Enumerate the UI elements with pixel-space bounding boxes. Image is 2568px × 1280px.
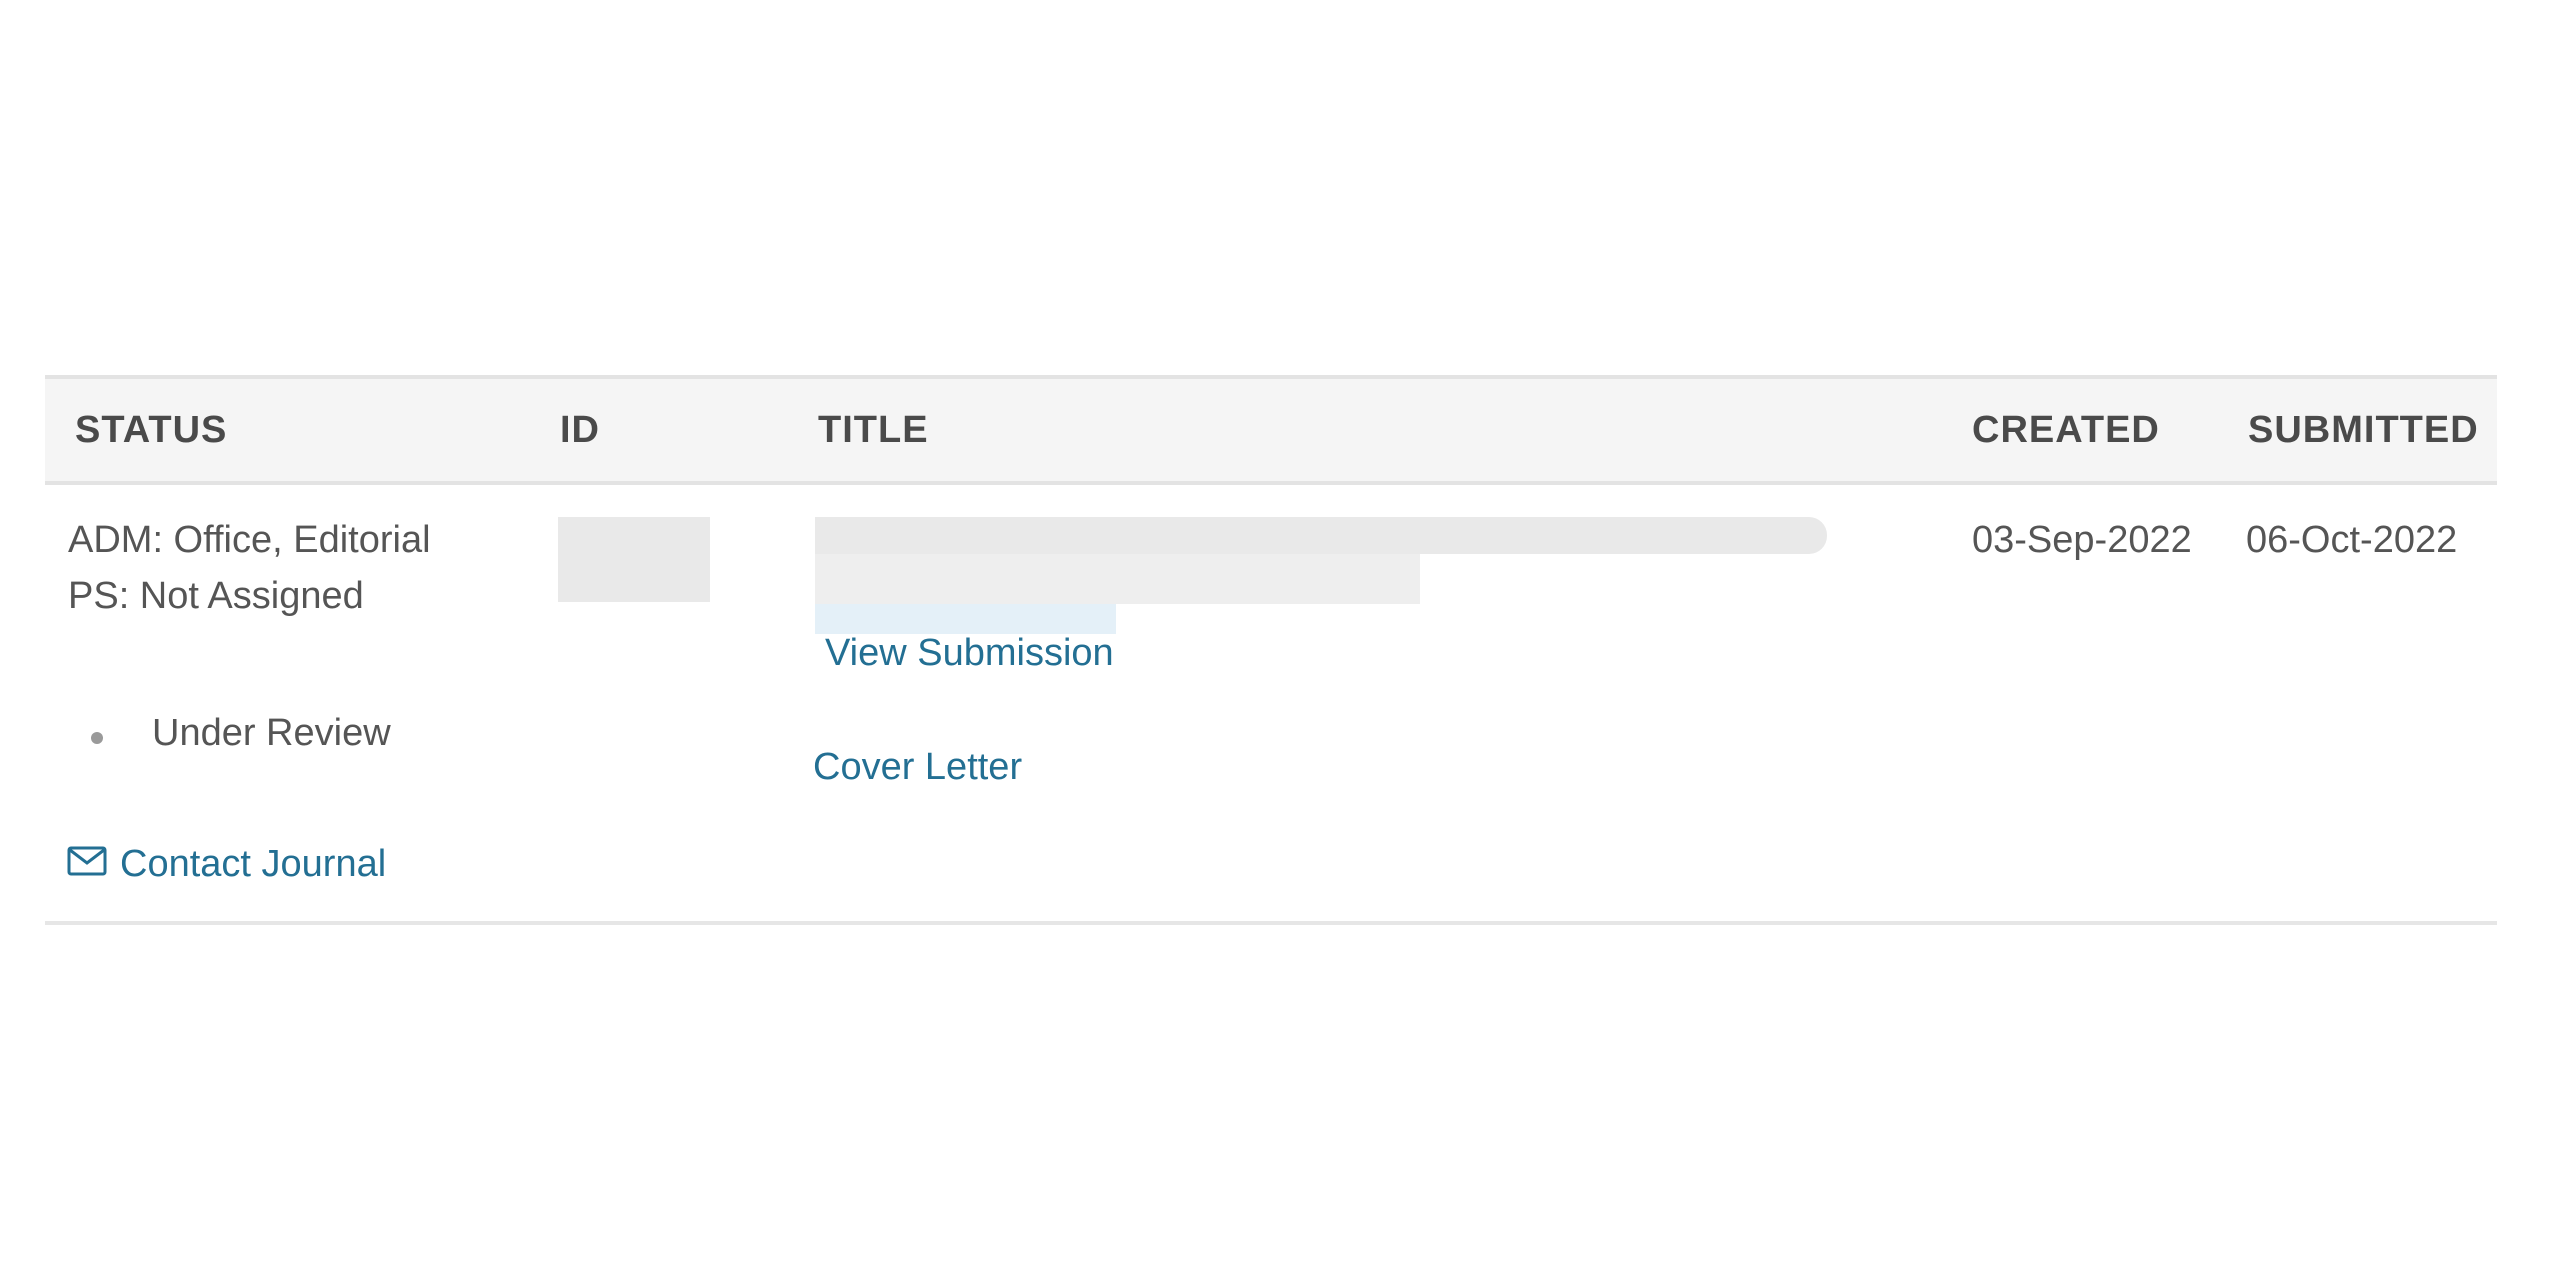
table-row: ADM: Office, Editorial PS: Not Assigned … <box>45 485 2497 925</box>
status-bullet-icon <box>91 732 103 744</box>
column-header-status[interactable]: STATUS <box>75 379 227 481</box>
cover-letter-link[interactable]: Cover Letter <box>813 745 1022 789</box>
column-header-id[interactable]: ID <box>560 379 600 481</box>
view-submission-link[interactable]: View Submission <box>825 631 1114 675</box>
manuscript-id-redacted <box>558 517 710 602</box>
table-header: STATUS ID TITLE CREATED SUBMITTED <box>45 375 2497 485</box>
column-header-submitted[interactable]: SUBMITTED <box>2248 379 2479 481</box>
status-under-review: Under Review <box>152 712 391 754</box>
status-ps-line: PS: Not Assigned <box>68 575 364 617</box>
title-redaction-line-2 <box>815 554 1420 604</box>
title-redaction-highlight <box>815 604 1116 634</box>
title-redaction-line-1 <box>815 517 1827 554</box>
submitted-date: 06-Oct-2022 <box>2246 519 2458 561</box>
submissions-table: STATUS ID TITLE CREATED SUBMITTED ADM: O… <box>45 375 2497 925</box>
status-admin-line: ADM: Office, Editorial <box>68 519 431 561</box>
contact-journal-link[interactable]: Contact Journal <box>120 842 386 886</box>
column-header-title[interactable]: TITLE <box>818 379 929 481</box>
created-date: 03-Sep-2022 <box>1972 519 2192 561</box>
column-header-created[interactable]: CREATED <box>1972 379 2160 481</box>
envelope-icon[interactable] <box>67 846 107 876</box>
